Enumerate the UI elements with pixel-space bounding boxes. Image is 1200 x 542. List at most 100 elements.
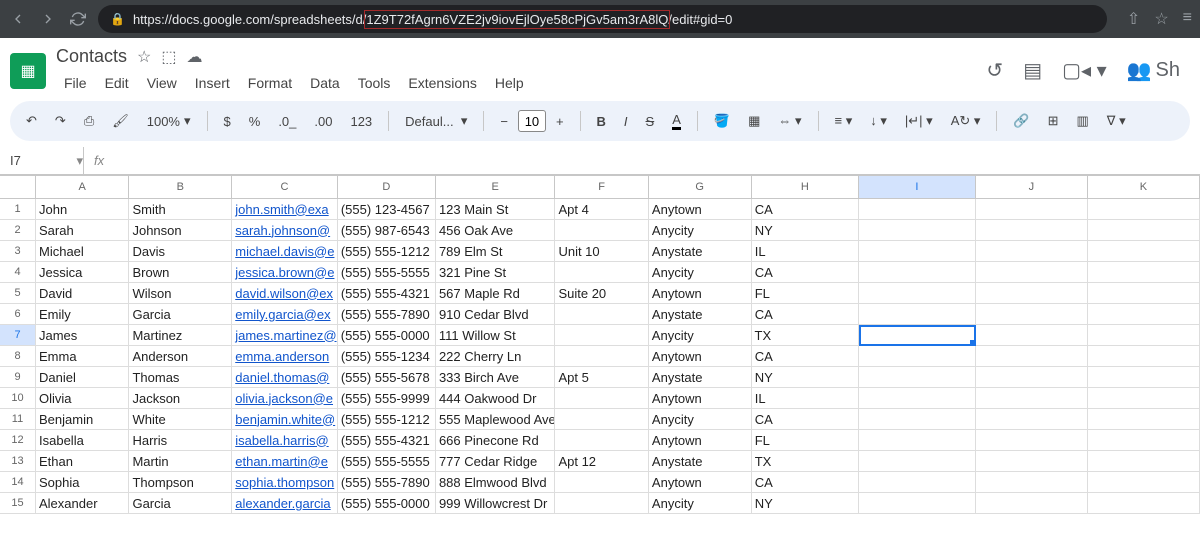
cell[interactable] xyxy=(1088,304,1200,325)
cell[interactable] xyxy=(859,451,976,472)
cell[interactable]: (555) 555-1212 xyxy=(338,409,436,430)
row-header[interactable]: 1 xyxy=(0,199,36,220)
cell[interactable]: Garcia xyxy=(129,304,232,325)
cell[interactable]: CA xyxy=(752,409,859,430)
cell[interactable]: (555) 555-7890 xyxy=(338,304,436,325)
menu-data[interactable]: Data xyxy=(302,71,348,95)
cell[interactable]: Suite 20 xyxy=(555,283,648,304)
menu-extensions[interactable]: Extensions xyxy=(400,71,484,95)
cell[interactable]: 910 Cedar Blvd xyxy=(436,304,556,325)
cell[interactable]: Olivia xyxy=(36,388,129,409)
cell[interactable]: Isabella xyxy=(36,430,129,451)
cell[interactable] xyxy=(859,430,976,451)
cell[interactable]: Sarah xyxy=(36,220,129,241)
cell[interactable] xyxy=(555,262,648,283)
more-formats-button[interactable]: 123 xyxy=(344,110,378,133)
cell[interactable]: michael.davis@e xyxy=(232,241,338,262)
cell[interactable]: Davis xyxy=(129,241,232,262)
cell[interactable]: IL xyxy=(752,388,859,409)
sheets-logo-icon[interactable]: ▦ xyxy=(10,53,46,89)
cell[interactable]: CA xyxy=(752,346,859,367)
cell[interactable]: Martinez xyxy=(129,325,232,346)
cell[interactable] xyxy=(1088,472,1200,493)
cell[interactable]: Apt 4 xyxy=(555,199,648,220)
menu-tools[interactable]: Tools xyxy=(350,71,399,95)
row-header[interactable]: 3 xyxy=(0,241,36,262)
cell[interactable]: Anystate xyxy=(649,241,752,262)
text-color-button[interactable]: A xyxy=(666,108,687,134)
row-header[interactable]: 15 xyxy=(0,493,36,514)
cell[interactable]: 321 Pine St xyxy=(436,262,556,283)
row-header[interactable]: 11 xyxy=(0,409,36,430)
cell[interactable]: Sophia xyxy=(36,472,129,493)
select-all-corner[interactable] xyxy=(0,175,36,199)
cell[interactable]: TX xyxy=(752,451,859,472)
star-icon[interactable]: ☆ xyxy=(137,47,151,67)
insert-chart-button[interactable]: ▥ xyxy=(1070,109,1094,133)
cell[interactable]: (555) 555-4321 xyxy=(338,430,436,451)
reload-button[interactable] xyxy=(68,9,88,29)
cell[interactable]: sarah.johnson@ xyxy=(232,220,338,241)
cell[interactable] xyxy=(976,220,1088,241)
cell[interactable] xyxy=(1088,493,1200,514)
cell[interactable] xyxy=(1088,430,1200,451)
cell[interactable] xyxy=(555,304,648,325)
column-header-G[interactable]: G xyxy=(649,175,752,199)
row-header[interactable]: 2 xyxy=(0,220,36,241)
row-header[interactable]: 13 xyxy=(0,451,36,472)
cell[interactable]: daniel.thomas@ xyxy=(232,367,338,388)
cell[interactable]: Anystate xyxy=(649,304,752,325)
cell[interactable]: Martin xyxy=(129,451,232,472)
font-selector[interactable]: Defaul... ▾ xyxy=(399,109,473,133)
menu-edit[interactable]: Edit xyxy=(97,71,137,95)
cell[interactable]: CA xyxy=(752,199,859,220)
column-header-F[interactable]: F xyxy=(555,175,648,199)
italic-button[interactable]: I xyxy=(618,110,634,133)
cell[interactable]: 777 Cedar Ridge xyxy=(436,451,556,472)
menu-help[interactable]: Help xyxy=(487,71,532,95)
print-button[interactable]: ⎙ xyxy=(78,109,100,133)
cell[interactable] xyxy=(1088,409,1200,430)
cell[interactable]: (555) 555-5555 xyxy=(338,262,436,283)
cell[interactable]: Apt 5 xyxy=(555,367,648,388)
cell[interactable]: Michael xyxy=(36,241,129,262)
cell[interactable]: Ethan xyxy=(36,451,129,472)
rotate-text-button[interactable]: A↻ ▾ xyxy=(945,109,987,133)
forward-button[interactable] xyxy=(38,9,58,29)
cell[interactable]: Anycity xyxy=(649,325,752,346)
cell[interactable] xyxy=(1088,283,1200,304)
redo-button[interactable]: ↷ xyxy=(49,109,72,133)
cell[interactable]: Jackson xyxy=(129,388,232,409)
cell[interactable]: Harris xyxy=(129,430,232,451)
menu-view[interactable]: View xyxy=(139,71,185,95)
share-button[interactable]: 👥 Sh xyxy=(1127,58,1180,83)
cell[interactable] xyxy=(555,493,648,514)
cell[interactable]: Anytown xyxy=(649,346,752,367)
decrease-decimal-button[interactable]: .0_ xyxy=(272,110,302,133)
cell[interactable]: (555) 555-1212 xyxy=(338,241,436,262)
cell[interactable]: Anderson xyxy=(129,346,232,367)
cell[interactable]: IL xyxy=(752,241,859,262)
cell[interactable]: (555) 555-0000 xyxy=(338,493,436,514)
bookmark-icon[interactable]: ☆ xyxy=(1154,9,1168,29)
currency-button[interactable]: $ xyxy=(218,110,237,133)
cell[interactable] xyxy=(976,346,1088,367)
cell[interactable]: Anytown xyxy=(649,430,752,451)
cell[interactable]: emily.garcia@ex xyxy=(232,304,338,325)
column-header-A[interactable]: A xyxy=(36,175,129,199)
cell[interactable] xyxy=(859,472,976,493)
cell[interactable] xyxy=(859,304,976,325)
cell[interactable] xyxy=(976,304,1088,325)
row-header[interactable]: 6 xyxy=(0,304,36,325)
cell[interactable] xyxy=(859,220,976,241)
cell[interactable]: isabella.harris@ xyxy=(232,430,338,451)
cell[interactable]: James xyxy=(36,325,129,346)
cell[interactable]: 888 Elmwood Blvd xyxy=(436,472,556,493)
cell[interactable]: olivia.jackson@e xyxy=(232,388,338,409)
increase-decimal-button[interactable]: .00 xyxy=(308,110,338,133)
cell[interactable] xyxy=(1088,262,1200,283)
column-header-H[interactable]: H xyxy=(752,175,859,199)
cell[interactable] xyxy=(976,388,1088,409)
cell[interactable] xyxy=(1088,388,1200,409)
cell[interactable]: alexander.garcia xyxy=(232,493,338,514)
